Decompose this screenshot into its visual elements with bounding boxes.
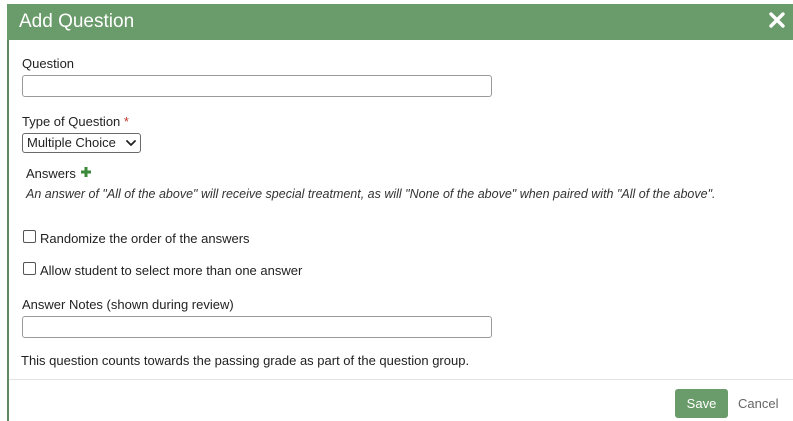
dialog-left-border [7, 40, 9, 421]
randomize-checkbox[interactable] [23, 230, 36, 243]
add-question-dialog: Add Question Question Type of Question *… [0, 0, 793, 421]
answer-notes-label: Answer Notes (shown during review) [22, 297, 234, 312]
answer-notes-input[interactable] [22, 316, 492, 338]
type-of-question-label: Type of Question * [22, 114, 129, 130]
save-button[interactable]: Save [675, 389, 728, 418]
footer-note: This question counts towards the passing… [21, 353, 470, 368]
question-label: Question [22, 56, 75, 71]
type-of-question-selected: Multiple Choice [27, 135, 116, 150]
add-answer-plus-icon[interactable] [80, 166, 92, 178]
type-of-question-text: Type of Question [22, 114, 121, 129]
answers-hint: An answer of "All of the above" will rec… [26, 187, 716, 201]
dialog-title: Add Question [19, 11, 135, 32]
dialog-header: Add Question [7, 4, 793, 40]
required-marker: * [123, 114, 129, 129]
cancel-button[interactable]: Cancel [738, 396, 778, 412]
randomize-label: Randomize the order of the answers [40, 231, 250, 246]
answers-label: Answers [26, 166, 76, 181]
chevron-down-icon [126, 140, 136, 146]
multi-select-checkbox[interactable] [23, 262, 36, 275]
multi-select-label: Allow student to select more than one an… [40, 263, 303, 278]
type-of-question-select[interactable]: Multiple Choice [22, 133, 141, 153]
footer-divider [9, 379, 793, 380]
question-input[interactable] [22, 75, 492, 97]
close-icon[interactable] [767, 10, 787, 30]
